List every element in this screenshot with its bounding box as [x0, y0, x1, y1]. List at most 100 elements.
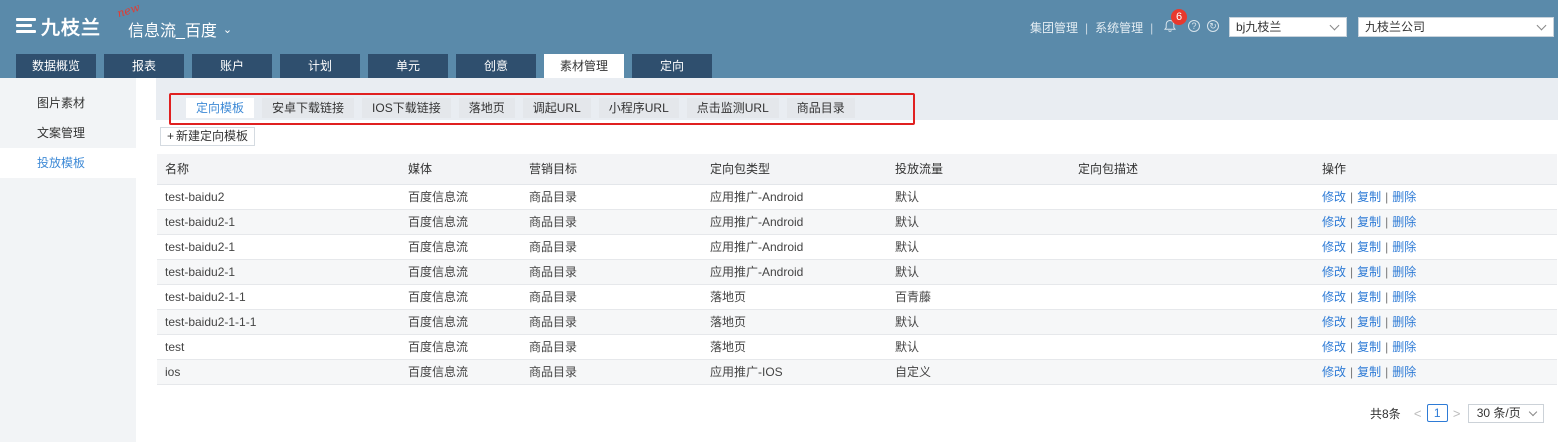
tab-creatives[interactable]: 创意 [456, 54, 536, 78]
media-cell: 百度信息流 [408, 284, 529, 310]
user-select[interactable]: bj九枝兰 [1229, 17, 1347, 37]
tab-reports[interactable]: 报表 [104, 54, 184, 78]
edit-link[interactable]: 修改 [1322, 315, 1346, 329]
edit-link[interactable]: 修改 [1322, 365, 1346, 379]
delete-link[interactable]: 删除 [1392, 215, 1416, 229]
copy-link[interactable]: 复制 [1357, 340, 1381, 354]
media-cell: 百度信息流 [408, 359, 529, 385]
actions-cell: 修改 | 复制 | 删除 [1322, 284, 1557, 310]
goal-cell: 商品目录 [529, 334, 710, 360]
logo[interactable]: 九枝兰 [16, 14, 102, 39]
tab-asset-management[interactable]: 素材管理 [544, 54, 624, 78]
action-separator: | [1350, 290, 1354, 304]
type-cell: 应用推广-IOS [710, 359, 895, 385]
tab-plans[interactable]: 计划 [280, 54, 360, 78]
sidebar-item-copywriting[interactable]: 文案管理 [0, 118, 136, 148]
copy-link[interactable]: 复制 [1357, 215, 1381, 229]
sidebar-item-templates[interactable]: 投放模板 [0, 148, 136, 178]
copy-link[interactable]: 复制 [1357, 265, 1381, 279]
delete-link[interactable]: 删除 [1392, 315, 1416, 329]
edit-link[interactable]: 修改 [1322, 215, 1346, 229]
description-cell [1078, 184, 1322, 210]
copy-link[interactable]: 复制 [1357, 290, 1381, 304]
goal-cell: 商品目录 [529, 234, 710, 260]
name-cell: test-baidu2-1 [157, 209, 408, 235]
goal-cell: 商品目录 [529, 184, 710, 210]
delete-link[interactable]: 删除 [1392, 265, 1416, 279]
traffic-cell: 百青藤 [895, 284, 1078, 310]
name-cell: test-baidu2-1-1 [157, 284, 408, 310]
actions-cell: 修改 | 复制 | 删除 [1322, 334, 1557, 360]
page-button-current[interactable]: 1 [1426, 404, 1448, 422]
copy-link[interactable]: 复制 [1357, 315, 1381, 329]
action-separator: | [1385, 315, 1389, 329]
total-count: 共8条 [1370, 406, 1401, 421]
chevron-down-icon [1536, 20, 1547, 31]
edit-link[interactable]: 修改 [1322, 265, 1346, 279]
delete-link[interactable]: 删除 [1392, 340, 1416, 354]
sidebar-item-images[interactable]: 图片素材 [0, 88, 136, 118]
logo-mark-icon [16, 16, 38, 36]
goal-cell: 商品目录 [529, 359, 710, 385]
edit-link[interactable]: 修改 [1322, 190, 1346, 204]
edit-link[interactable]: 修改 [1322, 290, 1346, 304]
system-management-link[interactable]: 系统管理 [1095, 19, 1143, 36]
description-cell [1078, 334, 1322, 360]
new-targeting-template-button[interactable]: + 新建定向模板 [160, 127, 256, 146]
action-separator: | [1385, 215, 1389, 229]
copy-link[interactable]: 复制 [1357, 365, 1381, 379]
prev-page-button[interactable]: < [1411, 406, 1425, 421]
type-cell: 应用推广-Android [710, 259, 895, 285]
delete-link[interactable]: 删除 [1392, 290, 1416, 304]
next-page-button[interactable]: > [1450, 406, 1464, 421]
actions-cell: 修改 | 复制 | 删除 [1322, 234, 1557, 260]
column-header: 营销目标 [529, 154, 710, 185]
top-links: 集团管理 | 系统管理 | [1030, 19, 1160, 36]
action-separator: | [1350, 215, 1354, 229]
tab-accounts[interactable]: 账户 [192, 54, 272, 78]
goal-cell: 商品目录 [529, 284, 710, 310]
table-row: test-baidu2-1 百度信息流 商品目录 应用推广-Android 默认 修改 | 复… [157, 234, 1557, 260]
column-header: 名称 [157, 154, 408, 185]
media-cell: 百度信息流 [408, 334, 529, 360]
plus-icon: + [167, 129, 175, 143]
tab-targeting[interactable]: 定向 [632, 54, 712, 78]
company-select[interactable]: 九枝兰公司 [1358, 17, 1554, 37]
tab-data-overview[interactable]: 数据概览 [16, 54, 96, 78]
notification-count-badge[interactable]: 6 [1171, 9, 1187, 25]
logo-text: 九枝兰 [41, 17, 102, 39]
delete-link[interactable]: 删除 [1392, 190, 1416, 204]
edit-link[interactable]: 修改 [1322, 240, 1346, 254]
traffic-cell: 默认 [895, 259, 1078, 285]
user-select-value: bj九枝兰 [1236, 20, 1282, 34]
group-management-link[interactable]: 集团管理 [1030, 19, 1078, 36]
help-icon[interactable]: ? [1188, 20, 1200, 32]
refresh-icon[interactable]: ↻ [1207, 20, 1219, 32]
main-nav-tabs: 数据概览 报表 账户 计划 单元 创意 素材管理 定向 [16, 54, 720, 78]
type-cell: 应用推广-Android [710, 209, 895, 235]
copy-link[interactable]: 复制 [1357, 240, 1381, 254]
media-cell: 百度信息流 [408, 234, 529, 260]
tab-units[interactable]: 单元 [368, 54, 448, 78]
name-cell: test-baidu2-1-1-1 [157, 309, 408, 335]
link-separator: | [1150, 20, 1154, 35]
edit-link[interactable]: 修改 [1322, 340, 1346, 354]
table-row: ios 百度信息流 商品目录 应用推广-IOS 自定义 修改 | 复制 | 删除 [157, 359, 1557, 385]
page-size-select[interactable]: 30 条/页 [1467, 403, 1544, 423]
delete-link[interactable]: 删除 [1392, 240, 1416, 254]
app-switcher[interactable]: 信息流_百度 ⌄ [128, 17, 232, 41]
delete-link[interactable]: 删除 [1392, 365, 1416, 379]
name-cell: test-baidu2-1 [157, 234, 408, 260]
action-separator: | [1385, 340, 1389, 354]
actions-cell: 修改 | 复制 | 删除 [1322, 359, 1557, 385]
description-cell [1078, 209, 1322, 235]
table-row: test-baidu2 百度信息流 商品目录 应用推广-Android 默认 修改 | 复制 |… [157, 184, 1557, 210]
action-separator: | [1385, 265, 1389, 279]
pagination: 共8条 < 1 > 30 条/页 [1370, 403, 1544, 423]
action-separator: | [1385, 290, 1389, 304]
traffic-cell: 默认 [895, 234, 1078, 260]
type-cell: 落地页 [710, 309, 895, 335]
action-separator: | [1350, 265, 1354, 279]
copy-link[interactable]: 复制 [1357, 190, 1381, 204]
actions-cell: 修改 | 复制 | 删除 [1322, 259, 1557, 285]
